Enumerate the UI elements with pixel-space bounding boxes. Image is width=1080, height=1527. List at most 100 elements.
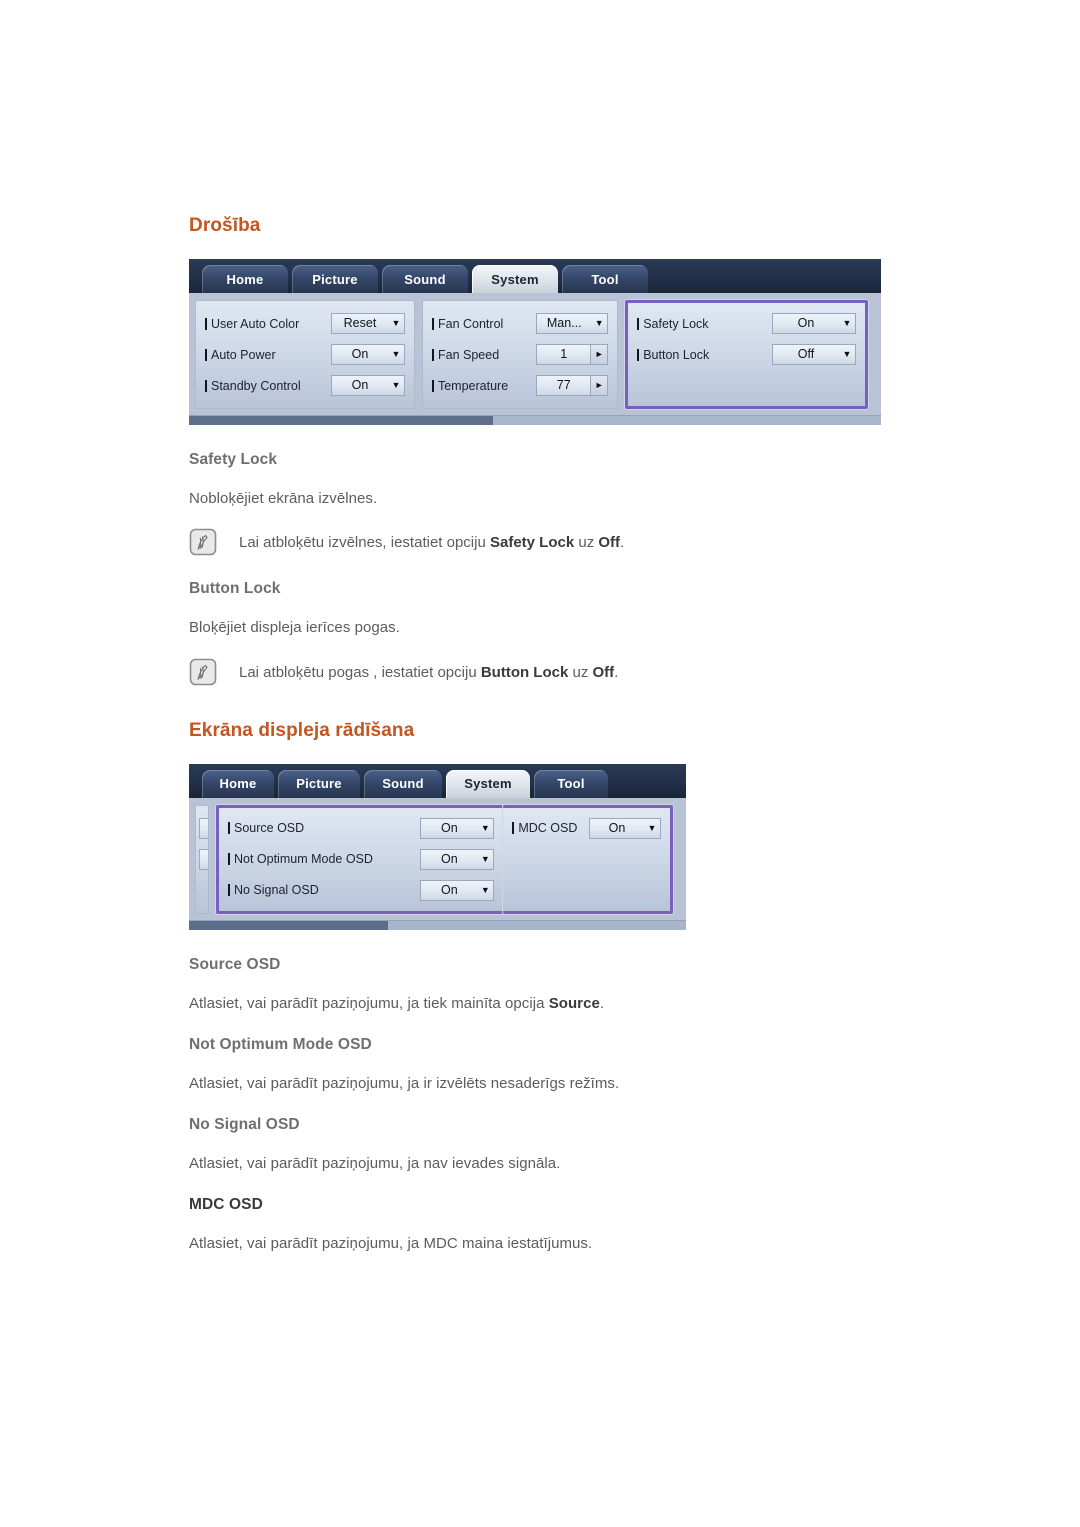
osd-tab-picture[interactable]: Picture <box>278 769 360 798</box>
note-text: Lai atbloķētu izvēlnes, iestatiet opciju… <box>239 534 625 552</box>
paragraph-not-optimum-mode-osd: Atlasiet, vai parādīt paziņojumu, ja ir … <box>189 1074 620 1092</box>
osd-tab-tool[interactable]: Tool <box>562 265 648 293</box>
chevron-down-icon: ▼ <box>647 822 657 833</box>
osd-tab-label: Sound <box>404 271 446 287</box>
osd-horizontal-scrollbar[interactable] <box>189 919 686 930</box>
osd-dropdown-fan-control[interactable]: Man... ▼ <box>536 313 609 334</box>
subheading-no-signal-osd: No Signal OSD <box>189 1116 300 1133</box>
osd-row-source-osd[interactable]: Source OSD On ▼ <box>227 813 495 844</box>
osd-dropdown-source-osd[interactable]: On ▼ <box>420 817 495 839</box>
osd-row-fan-speed[interactable]: Fan Speed 1 ► <box>431 339 609 370</box>
osd-tab-home[interactable]: Home <box>202 769 274 798</box>
osd-tab-label: System <box>464 776 512 791</box>
osd-scrollbar-thumb[interactable] <box>189 920 388 930</box>
osd-row-label: Safety Lock <box>637 317 709 331</box>
osd-dropdown-value: On <box>441 851 458 866</box>
osd-row-fan-control[interactable]: Fan Control Man... ▼ <box>431 308 609 339</box>
paragraph-mdc-osd: Atlasiet, vai parādīt paziņojumu, ja MDC… <box>189 1235 593 1253</box>
osd-row-temperature[interactable]: Temperature 77 ► <box>431 370 609 401</box>
document-page: Drošība Home Picture Sound System Tool U… <box>0 0 1080 1527</box>
osd-row-clipped <box>199 813 208 844</box>
osd-dropdown-clipped <box>199 848 208 870</box>
osd-row-button-lock[interactable]: Button Lock Off ▼ <box>637 339 856 370</box>
osd-tab-label: Home <box>219 776 257 791</box>
osd-tabbar: Home Picture Sound System Tool <box>189 763 686 798</box>
osd-figure-system: Home Picture Sound System Tool User Auto… <box>189 259 881 425</box>
osd-scrollbar-thumb[interactable] <box>189 416 494 425</box>
note-safety-lock: Lai atbloķētu izvēlnes, iestatiet opciju… <box>189 528 889 556</box>
osd-row-mdc-osd[interactable]: MDC OSD On ▼ <box>512 813 661 844</box>
osd-row-user-auto-color[interactable]: User Auto Color Reset ▼ <box>205 308 405 339</box>
osd-column-locks-highlighted: Safety Lock On ▼ Button Lock Off ▼ <box>625 300 868 409</box>
osd-tab-sound[interactable]: Sound <box>364 769 442 798</box>
osd-row-safety-lock[interactable]: Safety Lock On ▼ <box>637 308 856 339</box>
osd-row-label: Button Lock <box>637 348 709 362</box>
osd-row-empty <box>512 875 661 906</box>
arrow-right-icon[interactable]: ► <box>590 376 608 395</box>
chevron-down-icon: ▼ <box>842 318 852 328</box>
osd-row-no-signal-osd[interactable]: No Signal OSD On ▼ <box>227 875 495 906</box>
osd-row-label: No Signal OSD <box>227 883 319 897</box>
osd-dropdown-value: Reset <box>343 316 377 330</box>
note-button-lock: Lai atbloķētu pogas , iestatiet opciju B… <box>189 658 889 686</box>
subheading-mdc-osd: MDC OSD <box>189 1196 263 1214</box>
chevron-down-icon: ▼ <box>480 822 490 833</box>
chevron-down-icon: ▼ <box>391 380 401 390</box>
chevron-down-icon: ▼ <box>480 884 490 895</box>
osd-dropdown-value: Off <box>797 347 815 361</box>
osd-tab-sound[interactable]: Sound <box>382 265 468 293</box>
chevron-down-icon: ▼ <box>480 853 490 864</box>
osd-row-clipped <box>199 875 205 906</box>
osd-column-general: User Auto Color Reset ▼ Auto Power On ▼ <box>195 300 415 409</box>
osd-dropdown-value: On <box>797 316 815 330</box>
osd-tab-system[interactable]: System <box>446 769 530 798</box>
osd-tab-label: Picture <box>296 776 342 791</box>
osd-row-auto-power[interactable]: Auto Power On ▼ <box>205 339 405 370</box>
osd-dropdown-no-signal-osd[interactable]: On ▼ <box>420 879 495 901</box>
osd-stepper-value: 1 <box>560 347 568 361</box>
osd-row-standby-control[interactable]: Standby Control On ▼ <box>205 370 405 401</box>
osd-tab-tool[interactable]: Tool <box>534 769 608 798</box>
osd-tab-home[interactable]: Home <box>202 265 288 293</box>
osd-dropdown-not-optimum-mode-osd[interactable]: On ▼ <box>420 848 495 870</box>
note-pen-icon <box>189 658 217 686</box>
arrow-right-icon[interactable]: ► <box>590 345 608 364</box>
note-text: Lai atbloķētu pogas , iestatiet opciju B… <box>239 663 619 681</box>
osd-column-fan: Fan Control Man... ▼ Fan Speed 1 ► Tempe… <box>421 300 619 409</box>
osd-column-osd-messages: Source OSD On ▼ Not Optimum Mode OSD On … <box>215 804 504 914</box>
osd-horizontal-scrollbar[interactable] <box>189 415 881 425</box>
osd-dropdown-value: Man... <box>546 316 582 330</box>
osd-dropdown-button-lock[interactable]: Off ▼ <box>772 344 856 365</box>
osd-dropdown-safety-lock[interactable]: On ▼ <box>772 313 856 334</box>
osd-dropdown-value: On <box>351 347 369 361</box>
osd-row-empty <box>512 844 661 875</box>
osd-column-clipped <box>195 804 209 914</box>
osd-dropdown-auto-power[interactable]: On ▼ <box>330 344 405 365</box>
osd-row-not-optimum-mode-osd[interactable]: Not Optimum Mode OSD On ▼ <box>227 844 495 875</box>
osd-tab-system[interactable]: System <box>472 265 558 293</box>
osd-row-empty <box>637 370 856 401</box>
chevron-down-icon: ▼ <box>842 349 852 359</box>
paragraph-no-signal-osd: Atlasiet, vai parādīt paziņojumu, ja nav… <box>189 1155 561 1172</box>
subheading-not-optimum-mode-osd: Not Optimum Mode OSD <box>189 1035 372 1053</box>
subheading-safety-lock: Safety Lock <box>189 451 278 468</box>
osd-dropdown-mdc-osd[interactable]: On ▼ <box>589 817 661 839</box>
osd-row-label: Fan Control <box>431 317 503 331</box>
osd-row-label: Standby Control <box>205 379 301 393</box>
osd-body: Source OSD On ▼ Not Optimum Mode OSD On … <box>189 798 686 914</box>
osd-stepper-value: 77 <box>556 378 571 392</box>
osd-tab-label: Tool <box>591 271 619 287</box>
osd-tab-label: System <box>491 271 539 287</box>
osd-figure-display: Home Picture Sound System Tool Source OS… <box>189 763 686 930</box>
subheading-source-osd: Source OSD <box>189 955 281 973</box>
osd-dropdown-user-auto-color[interactable]: Reset ▼ <box>330 313 405 334</box>
chevron-down-icon: ▼ <box>391 318 401 328</box>
chevron-down-icon: ▼ <box>594 318 604 328</box>
osd-tab-label: Home <box>226 271 264 287</box>
osd-body: User Auto Color Reset ▼ Auto Power On ▼ <box>189 293 881 409</box>
osd-stepper-temperature[interactable]: 77 ► <box>536 375 609 396</box>
osd-dropdown-standby-control[interactable]: On ▼ <box>330 375 405 396</box>
osd-stepper-fan-speed[interactable]: 1 ► <box>536 344 609 365</box>
osd-row-label: Not Optimum Mode OSD <box>227 852 373 866</box>
osd-tab-picture[interactable]: Picture <box>292 265 378 293</box>
